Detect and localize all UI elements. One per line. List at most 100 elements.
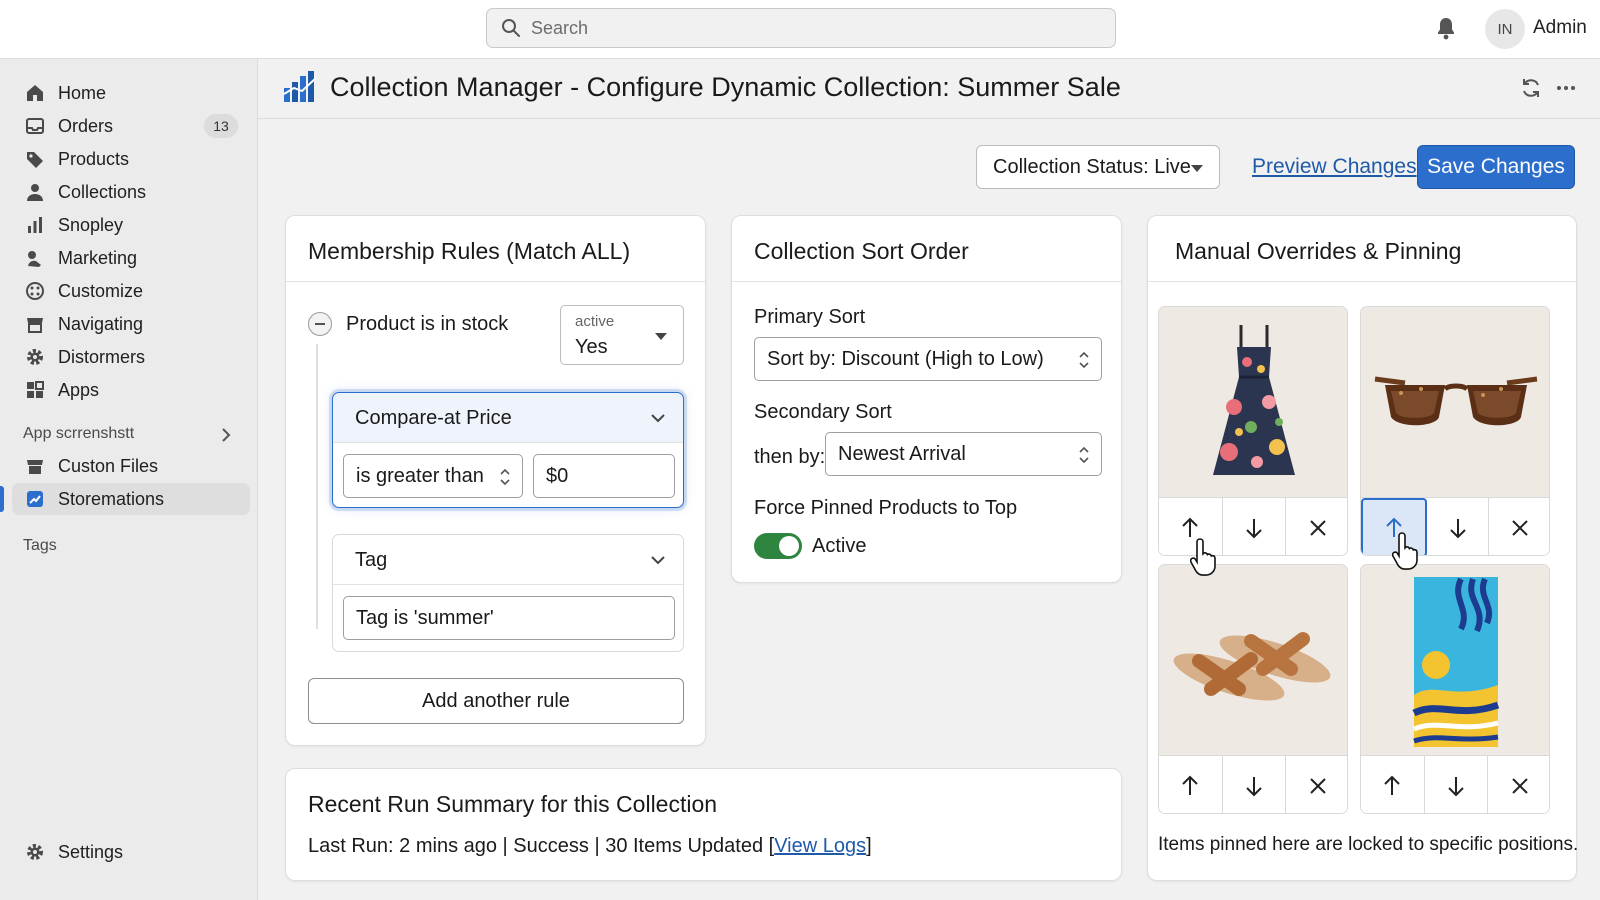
sidebar-item-distormers[interactable]: Distormers [12,341,250,373]
store-icon [24,455,46,477]
manual-overrides-title: Manual Overrides & Pinning [1175,238,1462,264]
price-value-input[interactable]: $0 [533,454,675,498]
tag-rule[interactable]: Tag Tag is 'summer' [332,534,684,652]
tile-actions [1159,497,1347,555]
move-down-button[interactable] [1426,498,1490,555]
sidebar-item-home[interactable]: Home [12,77,250,109]
move-down-button[interactable] [1424,756,1489,813]
sidebar-item-label: Storemations [58,488,165,509]
sidebar-item-apps[interactable]: Apps [12,374,250,406]
sidebar-item-custon-files[interactable]: Custon Files [12,450,250,482]
sidebar-item-settings[interactable]: Settings [12,836,250,868]
force-pinned-label: Force Pinned Products to Top [754,497,1018,519]
page-title: Collection Manager - Configure Dynamic C… [330,72,1121,102]
rule-tree-connector [316,344,318,629]
pinning-note: Items pinned here are locked to specific… [1158,834,1579,855]
stock-rule-label: Product is in stock [346,313,509,335]
palette-icon [24,280,46,302]
remove-pin-button[interactable] [1489,498,1549,555]
sort-order-title: Collection Sort Order [754,238,969,264]
rule-group-title: Compare-at Price [355,407,512,429]
avatar[interactable]: IN [1485,9,1525,49]
sidebar-item-label: Settings [58,841,124,862]
sandals-image [1159,565,1347,755]
secondary-sort-select[interactable]: Newest Arrival [825,432,1102,476]
rule-group-title: Tag [355,549,388,571]
sort-order-card: Collection Sort Order Primary Sort Sort … [731,215,1122,583]
more-options-icon[interactable] [1555,77,1577,99]
megaphone-icon [24,247,46,269]
product-tile-sandals [1158,564,1348,814]
product-tile-dress [1158,306,1348,556]
stock-active-select[interactable]: active Yes [560,305,684,365]
remove-pin-button[interactable] [1286,498,1347,555]
price-operator-select[interactable]: is greater than [343,454,523,498]
bar-chart-icon [24,214,46,236]
move-down-button[interactable] [1222,756,1287,813]
tile-actions [1361,755,1549,813]
membership-rules-card: Membership Rules (Match ALL) Product is … [285,215,706,746]
chevron-right-icon[interactable] [220,428,232,442]
sidebar-item-label: Apps [58,379,100,400]
stock-select-value: Yes [575,336,608,358]
run-summary-text: Last Run: 2 mins ago | Success | 30 Item… [308,835,872,858]
caret-down-icon [1191,165,1203,172]
floral-dress-image [1159,307,1347,497]
sidebar-item-storemations[interactable]: Storemations [0,483,250,515]
refresh-icon[interactable] [1520,77,1542,99]
sidebar-item-orders[interactable]: Orders 13 [12,110,250,142]
search-icon [501,18,531,38]
tag-value-input[interactable]: Tag is 'summer' [343,596,675,640]
rule-group-header[interactable]: Compare-at Price [333,393,683,443]
sidebar-item-label: Distormers [58,346,146,367]
search-box[interactable] [486,8,1116,48]
product-tile-towel [1360,564,1550,814]
user-name[interactable]: Admin [1533,17,1587,39]
save-changes-button[interactable]: Save Changes [1417,145,1575,189]
apps-icon [24,379,46,401]
top-bar: IN Admin [0,0,1600,59]
sidebar-item-label: Products [58,148,130,169]
remove-rule-icon[interactable] [308,312,332,336]
sidebar-item-marketing[interactable]: Marketing [12,242,250,274]
sidebar: Home Orders 13 Products Collections Snop… [0,59,258,900]
search-input[interactable] [531,17,1091,39]
collection-status-select[interactable]: Collection Status: Live [976,145,1220,189]
sidebar-item-collections[interactable]: Collections [12,176,250,208]
sidebar-item-label: Navigating [58,313,144,334]
sidebar-item-navigating[interactable]: Navigating [12,308,250,340]
compare-at-price-rule[interactable]: Compare-at Price is greater than $0 [332,392,684,508]
tile-actions [1361,497,1549,555]
chevron-down-icon[interactable] [651,555,665,565]
caret-down-icon [655,333,667,340]
view-logs-link[interactable]: View Logs [774,835,866,857]
product-tile-sunglasses [1360,306,1550,556]
tile-actions [1159,755,1347,813]
sidebar-item-customize[interactable]: Customize [12,275,250,307]
primary-sort-select[interactable]: Sort by: Discount (High to Low) [754,337,1102,381]
primary-sort-label: Primary Sort [754,306,866,328]
force-pinned-toggle[interactable] [754,533,802,559]
sidebar-tags-label[interactable]: Tags [23,537,57,555]
chevron-down-icon[interactable] [651,413,665,423]
bell-icon[interactable] [1436,16,1456,40]
preview-changes-link[interactable]: Preview Changes [1252,155,1417,179]
move-up-button[interactable] [1159,756,1223,813]
remove-pin-button[interactable] [1488,756,1549,813]
rule-group-header[interactable]: Tag [333,535,683,585]
secondary-sort-label: Secondary Sort [754,401,892,423]
remove-pin-button[interactable] [1286,756,1347,813]
hand-cursor-icon [1392,530,1424,570]
sidebar-item-label: Snopley [58,214,124,235]
gear-icon [24,841,46,863]
move-down-button[interactable] [1222,498,1287,555]
sidebar-item-products[interactable]: Products [12,143,250,175]
collection-status-value: Collection Status: Live [993,155,1191,178]
sidebar-section-label: App scrrenshstt [23,425,135,442]
add-rule-button[interactable]: Add another rule [308,678,684,724]
sidebar-item-snopley[interactable]: Snopley [12,209,250,241]
move-up-button[interactable] [1361,756,1425,813]
run-summary-title: Recent Run Summary for this Collection [308,791,718,817]
sidebar-item-label: Orders [58,115,114,136]
up-down-icon [1079,446,1089,464]
